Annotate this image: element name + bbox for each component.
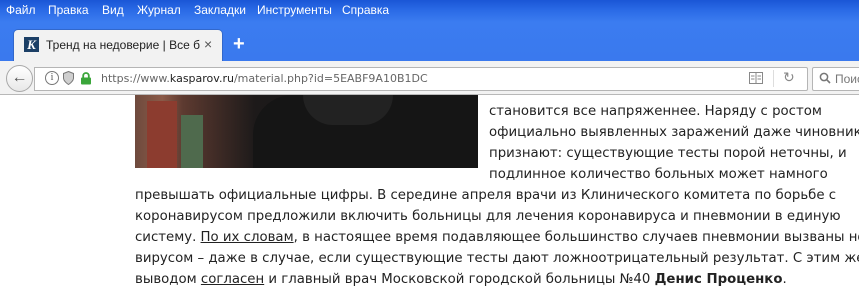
text-fragment: , в настоящее время подавляющее большинс…: [293, 230, 859, 245]
menu-edit[interactable]: Правка: [48, 3, 89, 17]
close-tab-icon[interactable]: ×: [204, 36, 212, 52]
browser-chrome: Файл Правка Вид Журнал Закладки Инструме…: [0, 0, 859, 95]
text-fragment: систему.: [135, 230, 201, 245]
article-line: становится все напряженнее. Наряду с рос…: [489, 104, 822, 119]
url-host: kasparov.ru: [169, 72, 234, 85]
article-line: систему. По их словам, в настоящее время…: [135, 227, 859, 248]
text-fragment: и главный врач Московской городской боль…: [264, 272, 655, 287]
menu-file[interactable]: Файл: [6, 3, 36, 17]
url-path: /material.php?id=5EABF9A10B1DC: [233, 72, 428, 85]
new-tab-button[interactable]: +: [233, 33, 245, 56]
lock-icon[interactable]: [80, 72, 92, 85]
article-line: вирусом – даже в случае, если существующ…: [135, 251, 859, 266]
menu-bookmarks[interactable]: Закладки: [194, 3, 246, 17]
reload-icon[interactable]: ↻: [783, 69, 795, 86]
menu-history[interactable]: Журнал: [137, 3, 181, 17]
article-line: коронавирусом предложили включить больни…: [135, 209, 841, 224]
menu-tools[interactable]: Инструменты: [257, 3, 332, 17]
page-content: становится все напряженнее. Наряду с рос…: [0, 95, 859, 287]
url-separator: [773, 70, 774, 87]
reader-view-icon[interactable]: [749, 72, 763, 84]
article-line: признают: существующие тесты порой неточ…: [489, 146, 847, 161]
text-fragment: .: [782, 272, 787, 287]
kasparov-favicon-icon: K: [24, 37, 39, 52]
article-line: подлинное количество больных может намно…: [489, 167, 828, 182]
article-line: превышать официальные цифры. В середине …: [135, 188, 837, 203]
menu-bar: Файл Правка Вид Журнал Закладки Инструме…: [0, 0, 859, 22]
article-line: выводом согласен и главный врач Московск…: [135, 269, 787, 287]
menu-help[interactable]: Справка: [342, 3, 389, 17]
info-icon[interactable]: i: [45, 71, 59, 85]
person-name: Денис Проценко: [654, 272, 783, 287]
tab-title: Тренд на недоверие | Все б...: [46, 38, 201, 52]
search-bar[interactable]: Поис: [812, 67, 859, 91]
url-prefix: https://www.: [101, 72, 170, 85]
shield-icon[interactable]: [63, 71, 74, 85]
article-text: становится все напряженнее. Наряду с рос…: [0, 95, 859, 287]
tab-active[interactable]: K Тренд на недоверие | Все б... ×: [14, 30, 222, 61]
search-icon: [819, 72, 831, 84]
search-placeholder: Поис: [835, 72, 859, 86]
menu-view[interactable]: Вид: [102, 3, 124, 17]
link-soglasen[interactable]: согласен: [201, 272, 264, 287]
back-button[interactable]: ←: [6, 65, 33, 92]
url-text[interactable]: https://www.kasparov.ru/material.php?id=…: [101, 72, 428, 85]
link-po-ih-slovam[interactable]: По их словам: [201, 230, 294, 245]
text-fragment: выводом: [135, 272, 201, 287]
article-line: официально выявленных заражений даже чин…: [489, 125, 859, 140]
url-bar[interactable]: i https://www.kasparov.ru/material.php?i…: [34, 67, 808, 91]
